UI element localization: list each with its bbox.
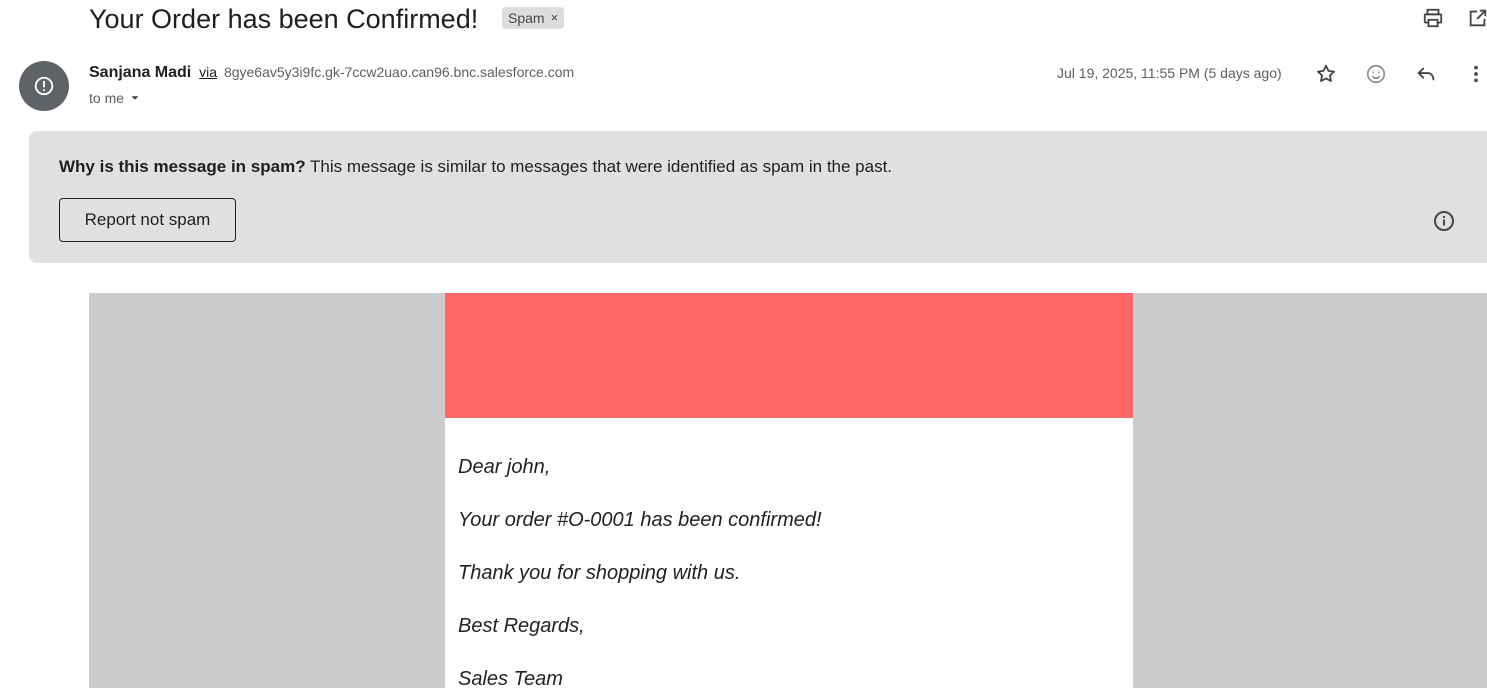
email-content-card: Dear john, Your order #O-0001 has been c… <box>445 293 1133 688</box>
spam-label-chip[interactable]: Spam × <box>502 7 565 29</box>
spam-question: Why is this message in spam? <box>59 157 306 176</box>
sender-name[interactable]: Sanjana Madi <box>89 64 191 81</box>
email-header-banner <box>445 293 1133 418</box>
report-not-spam-button[interactable]: Report not spam <box>59 198 236 242</box>
recipient-label: to me <box>89 90 125 106</box>
email-thanks-line: Thank you for shopping with us. <box>458 562 741 584</box>
open-in-new-window-icon[interactable] <box>1466 6 1487 30</box>
reply-icon[interactable] <box>1414 62 1438 86</box>
sender-line: Sanjana Madi via 8gye6av5y3i9fc.gk-7ccw2… <box>89 62 574 83</box>
spam-label-text: Spam <box>508 10 545 26</box>
email-subject: Your Order has been Confirmed! <box>89 4 479 34</box>
email-message-text: Dear john, Your order #O-0001 has been c… <box>458 453 822 688</box>
email-view: Your Order has been Confirmed! Spam × Sa… <box>0 0 1487 688</box>
message-date: Jul 19, 2025, 11:55 PM (5 days ago) <box>1057 65 1282 81</box>
email-signoff: Best Regards, <box>458 615 585 637</box>
more-options-icon[interactable] <box>1464 62 1487 86</box>
print-icon[interactable] <box>1421 6 1445 30</box>
email-signature: Sales Team <box>458 668 563 688</box>
email-confirmation-line: Your order #O-0001 has been confirmed! <box>458 509 822 531</box>
caret-down-icon <box>131 96 139 100</box>
spam-reason: Why is this message in spam? This messag… <box>59 156 892 178</box>
email-greeting: Dear john, <box>458 456 551 478</box>
star-icon[interactable] <box>1314 62 1338 86</box>
warning-icon <box>34 76 54 96</box>
remove-label-button[interactable]: × <box>551 7 559 29</box>
emoji-reaction-icon[interactable] <box>1364 62 1388 86</box>
via-address: 8gye6av5y3i9fc.gk-7ccw2uao.can96.bnc.sal… <box>223 64 575 80</box>
email-body-canvas: Dear john, Your order #O-0001 has been c… <box>89 293 1487 688</box>
recipient-details-toggle[interactable]: to me <box>89 88 142 108</box>
via-link[interactable]: via <box>199 64 217 80</box>
spam-explanation: This message is similar to messages that… <box>310 157 893 176</box>
info-icon[interactable] <box>1432 209 1456 233</box>
sender-avatar[interactable] <box>19 61 69 111</box>
spam-warning-banner: Why is this message in spam? This messag… <box>29 131 1487 263</box>
